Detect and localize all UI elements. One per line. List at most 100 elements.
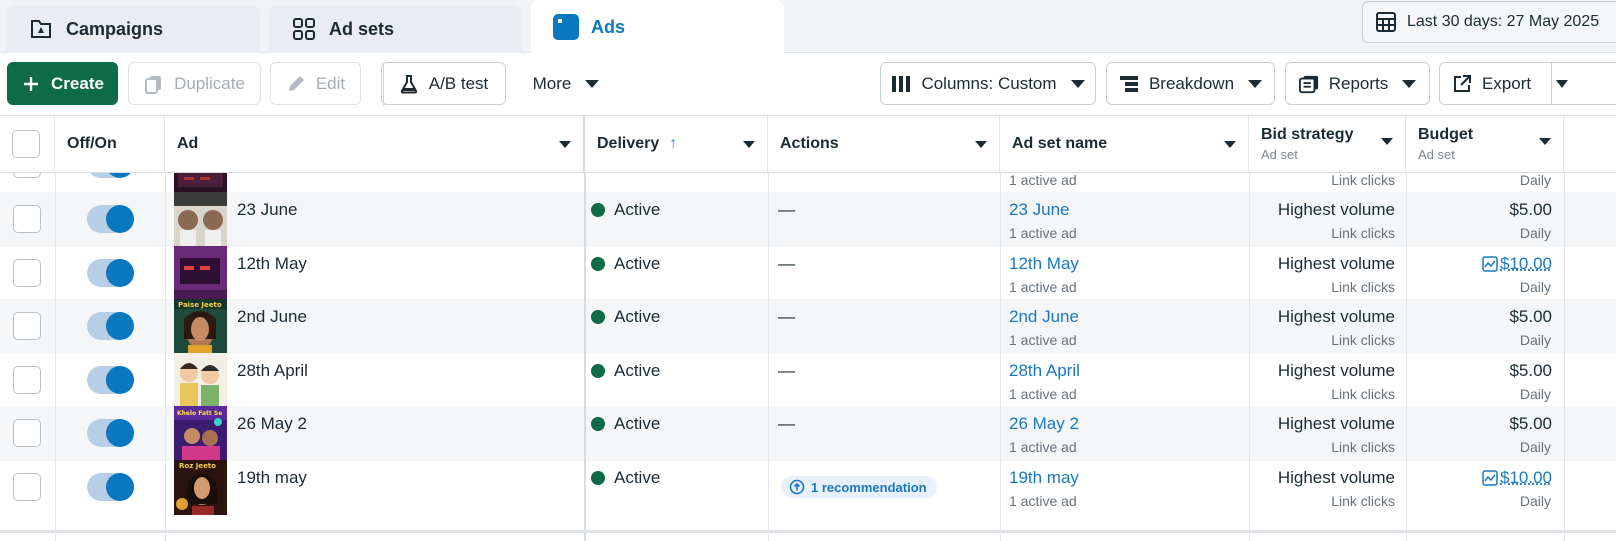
bid-subtext: Link clicks [1331, 225, 1395, 241]
ad-set-link[interactable]: 12th May [1009, 254, 1079, 274]
tab-label: Ads [591, 16, 626, 37]
bid-strategy-value: Highest volume [1277, 360, 1395, 380]
ad-set-link[interactable]: 26 May 2 [1009, 414, 1079, 434]
duplicate-button[interactable]: Duplicate [128, 62, 261, 105]
table-row[interactable]: Khelo Fatt Se 26 May 2 Active — 26 May 2… [0, 406, 1616, 462]
row-checkbox[interactable] [13, 173, 41, 178]
edit-button[interactable]: Edit [270, 62, 361, 105]
table-row[interactable]: Roz Jeeto 19th may Active 1 recommendati… [0, 460, 1616, 515]
select-all-checkbox[interactable] [12, 130, 40, 158]
table-bottom-border [0, 530, 1616, 533]
header-off-on[interactable]: Off/On [55, 116, 165, 172]
column-divider [1249, 173, 1250, 541]
ad-name[interactable]: 28th April [237, 361, 308, 381]
chevron-down-icon[interactable] [975, 141, 987, 148]
bid-subtext: Link clicks [1331, 173, 1395, 188]
header-ad[interactable]: Ad [165, 116, 585, 172]
export-button[interactable]: Export [1439, 62, 1616, 105]
chevron-down-icon[interactable] [1539, 138, 1551, 145]
row-checkbox[interactable] [13, 205, 41, 233]
ad-card-icon [553, 14, 579, 40]
header-budget[interactable]: Budget Ad set [1406, 116, 1564, 172]
column-divider [55, 173, 56, 541]
ad-name[interactable]: 19th may [237, 468, 307, 488]
table-row[interactable]: 12th May Active — 12th May 1 active ad H… [0, 245, 1616, 301]
budget-value-link[interactable]: $10.00 [1482, 254, 1552, 274]
more-button[interactable]: More [522, 62, 610, 105]
recommendation-label: 1 recommendation [811, 479, 927, 495]
header-ad-set-name[interactable]: Ad set name [1000, 116, 1249, 172]
ad-set-link[interactable]: 23 June [1009, 200, 1070, 220]
column-divider [768, 173, 769, 541]
toggle-knob [106, 258, 134, 287]
ad-toggle[interactable] [87, 365, 134, 394]
ad-toggle[interactable] [87, 258, 134, 287]
table-body[interactable]: 1 active ad Link clicks Daily 23 June Ac… [0, 173, 1616, 541]
budget-value-link[interactable]: $10.00 [1482, 468, 1552, 488]
ad-name[interactable]: 2nd June [237, 307, 307, 327]
header-delivery[interactable]: Delivery ↑ [585, 116, 768, 172]
delivery-status: Active [614, 414, 661, 434]
chevron-down-icon[interactable] [559, 141, 571, 148]
thumbnail-caption: Paise Jeeto [178, 301, 222, 309]
tab-campaigns[interactable]: Campaigns [6, 5, 260, 53]
table-row[interactable]: 28th April Active — 28th April 1 active … [0, 352, 1616, 408]
tab-ads[interactable]: Ads [531, 0, 784, 54]
create-button[interactable]: Create [7, 62, 118, 105]
budget-subtext: Daily [1519, 385, 1551, 402]
create-label: Create [51, 73, 104, 93]
column-divider [584, 173, 586, 541]
ad-toggle[interactable] [87, 473, 134, 501]
columns-button[interactable]: Columns: Custom [880, 62, 1096, 105]
chevron-down-icon [1248, 79, 1263, 88]
ad-set-link[interactable]: 28th April [1009, 361, 1080, 381]
ab-test-label: A/B test [428, 73, 489, 93]
delivery-status-dot [591, 203, 605, 217]
header-bid-strategy[interactable]: Bid strategy Ad set [1249, 116, 1406, 172]
ad-name[interactable]: 23 June [237, 200, 298, 220]
duplicate-label: Duplicate [174, 73, 245, 93]
chevron-down-icon [1070, 79, 1085, 88]
ad-toggle[interactable] [87, 312, 134, 341]
chevron-down-icon[interactable] [1224, 141, 1236, 148]
tab-ad-sets[interactable]: Ad sets [269, 5, 522, 53]
header-actions[interactable]: Actions [768, 116, 1000, 172]
table-row-partial[interactable]: 1 active ad Link clicks Daily [0, 173, 1616, 192]
ab-test-button[interactable]: A/B test [381, 62, 506, 105]
chevron-down-icon[interactable] [743, 141, 755, 148]
budget-subtext: Daily [1519, 332, 1551, 349]
ad-set-link[interactable]: 2nd June [1009, 307, 1079, 327]
recommendation-badge[interactable]: 1 recommendation [781, 476, 937, 498]
table-row[interactable]: 23 June Active — 23 June 1 active ad Hig… [0, 192, 1616, 247]
header-label: Off/On [67, 135, 117, 152]
ad-toggle[interactable] [87, 419, 134, 448]
chevron-down-icon [585, 79, 600, 88]
toggle-knob [106, 473, 134, 501]
row-checkbox[interactable] [13, 473, 41, 501]
row-checkbox[interactable] [13, 365, 41, 394]
reports-button[interactable]: Reports [1285, 62, 1430, 105]
chevron-down-icon[interactable] [1556, 79, 1568, 88]
table-row[interactable]: Paise Jeeto 2nd June Active — 2nd June 1… [0, 299, 1616, 355]
ad-name[interactable]: 12th May [237, 254, 307, 274]
select-all-header [0, 116, 55, 172]
actions-value: — [778, 360, 795, 380]
ad-toggle[interactable] [87, 173, 134, 178]
row-checkbox[interactable] [13, 312, 41, 341]
columns-icon [891, 74, 911, 94]
header-label: Ad set name [1012, 135, 1108, 152]
chevron-down-icon[interactable] [1381, 138, 1393, 145]
column-divider [165, 173, 166, 541]
ad-set-link[interactable]: 19th may [1009, 468, 1079, 488]
breakdown-button[interactable]: Breakdown [1106, 62, 1275, 105]
delivery-status: Active [614, 200, 661, 219]
toolbar-divider [383, 64, 384, 106]
ad-toggle[interactable] [87, 205, 134, 233]
bid-subtext: Link clicks [1331, 385, 1395, 402]
row-checkbox[interactable] [13, 419, 41, 448]
delivery-status-dot [591, 363, 605, 378]
row-checkbox[interactable] [13, 258, 41, 287]
ad-name[interactable]: 26 May 2 [237, 414, 307, 434]
date-range-button[interactable]: Last 30 days: 27 May 2025 [1362, 1, 1616, 43]
export-split-divider [1551, 63, 1552, 104]
